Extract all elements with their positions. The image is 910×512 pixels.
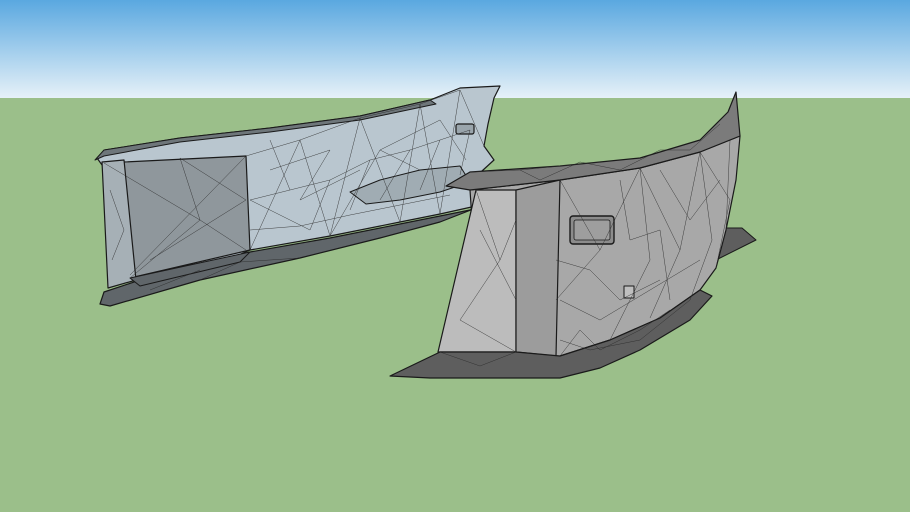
3d-model-viewport[interactable]: [0, 0, 910, 512]
sky: [0, 0, 910, 98]
model-scene: [0, 0, 910, 512]
left-part-port-opening: [455, 123, 475, 135]
right-part-plate-side: [515, 179, 561, 357]
right-part-small-tab: [623, 285, 635, 299]
right-part-port-inner: [573, 219, 611, 241]
